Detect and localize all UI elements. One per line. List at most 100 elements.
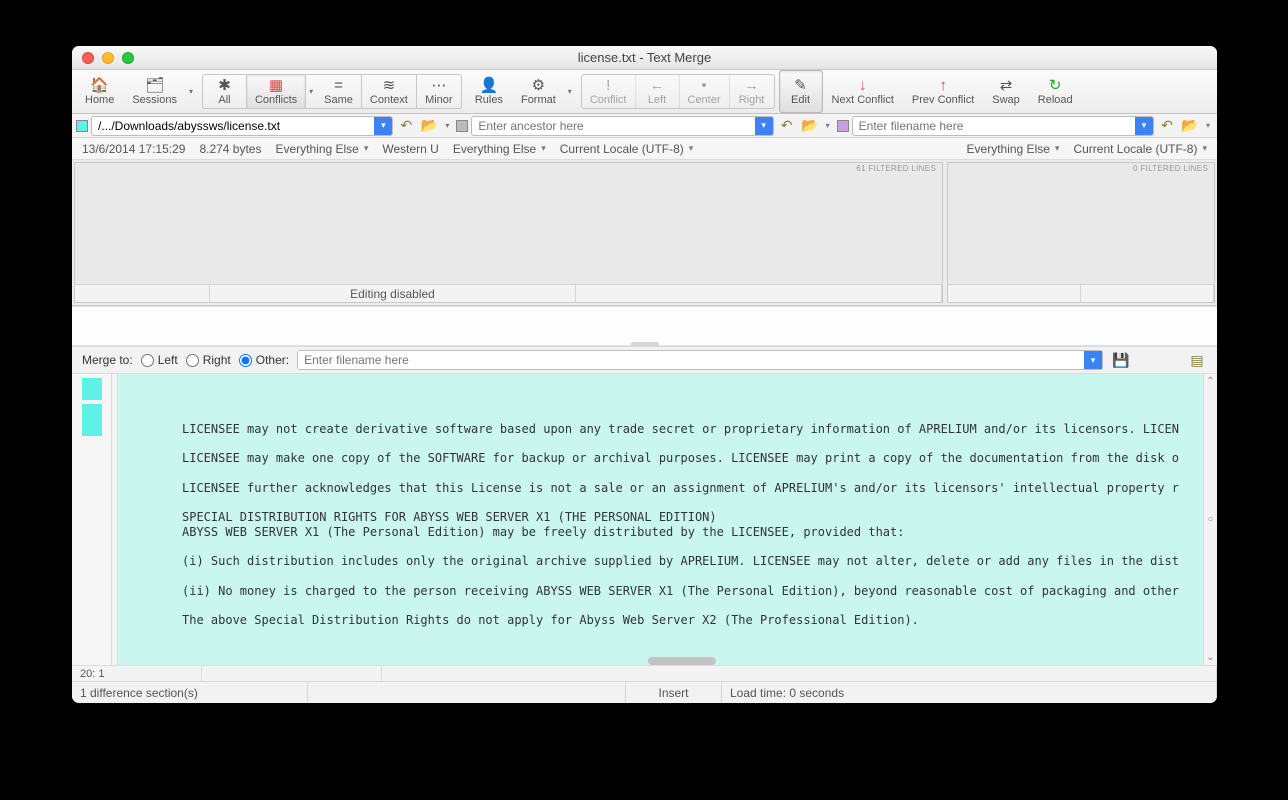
center-everything-else-dropdown[interactable]: Everything Else xyxy=(453,142,546,156)
sessions-label: Sessions xyxy=(132,94,177,106)
splitter-handle-icon[interactable] xyxy=(631,342,659,347)
right-locale-dropdown[interactable]: Current Locale (UTF-8) xyxy=(1073,142,1207,156)
app-window: license.txt - Text Merge 🏠 Home 🗂 Sessio… xyxy=(72,46,1217,703)
left-everything-else-dropdown[interactable]: Everything Else xyxy=(275,142,368,156)
left-folder-dropdown-icon[interactable]: ▾ xyxy=(442,116,452,136)
conflicts-button[interactable]: ▦ Conflicts xyxy=(247,75,306,108)
right-folder-dropdown-icon[interactable]: ▾ xyxy=(1203,116,1213,136)
reload-icon: ↻ xyxy=(1049,78,1062,94)
center-undo-icon[interactable]: ↶ xyxy=(777,116,797,136)
right-pane: 0 FILTERED LINES xyxy=(947,162,1215,303)
conflicts-label: Conflicts xyxy=(255,94,297,106)
same-button[interactable]: = Same xyxy=(316,75,362,108)
context-icon: ≋ xyxy=(383,78,396,94)
take-center-button[interactable]: • Center xyxy=(680,75,730,108)
maximize-icon[interactable] xyxy=(122,52,134,64)
center-path-dropdown-icon[interactable]: ▾ xyxy=(755,117,773,135)
left-path-dropdown-icon[interactable]: ▾ xyxy=(374,117,392,135)
editing-disabled-label: Editing disabled xyxy=(210,285,576,302)
left-locale-dropdown[interactable]: Current Locale (UTF-8) xyxy=(560,142,694,156)
exclaim-icon: ! xyxy=(606,78,610,94)
text-line xyxy=(182,466,1203,481)
left-swatch-icon xyxy=(76,120,88,132)
reload-button[interactable]: ↻ Reload xyxy=(1029,70,1082,113)
rules-button[interactable]: 👤 Rules xyxy=(466,70,512,113)
thumb-block xyxy=(82,378,102,400)
minor-button[interactable]: ⋯ Minor xyxy=(417,75,461,108)
merge-left-radio[interactable]: Left xyxy=(141,353,178,367)
sessions-button[interactable]: 🗂 Sessions xyxy=(123,70,186,113)
swap-label: Swap xyxy=(992,94,1020,106)
merge-other-field[interactable]: ▾ xyxy=(297,350,1103,370)
filesize: 8.274 bytes xyxy=(199,142,261,156)
arrow-left-icon: ← xyxy=(650,78,665,94)
close-icon[interactable] xyxy=(82,52,94,64)
pathbar: ▾ ↶ 📂 ▾ ▾ ↶ 📂 ▾ ▾ ↶ 📂 ▾ xyxy=(72,114,1217,138)
take-left-button[interactable]: ← Left xyxy=(636,75,680,108)
scroll-up-icon[interactable]: ⌃ xyxy=(1206,376,1214,387)
merge-other-radio[interactable]: Other: xyxy=(239,353,289,367)
format-button[interactable]: ⚙ Format xyxy=(512,70,565,113)
all-button[interactable]: ✱ All xyxy=(203,75,247,108)
right-path-dropdown-icon[interactable]: ▾ xyxy=(1135,117,1153,135)
filter-group: ✱ All ▦ Conflicts ▾ = Same ≋ Context ⋯ M… xyxy=(202,74,462,109)
context-button[interactable]: ≋ Context xyxy=(362,75,417,108)
hscroll-thumb[interactable] xyxy=(648,657,716,665)
compare-panes: 61 FILTERED LINES Editing disabled 0 FIL… xyxy=(72,160,1217,306)
merge-text-area[interactable]: LICENSEE may not create derivative softw… xyxy=(118,374,1203,665)
center-open-folder-icon[interactable]: 📂 xyxy=(800,116,820,136)
left-pane-footer: Editing disabled xyxy=(75,284,942,302)
left-undo-icon[interactable]: ↶ xyxy=(396,116,416,136)
swap-button[interactable]: ⇄ Swap xyxy=(983,70,1029,113)
scroll-down-icon[interactable]: ⌄ xyxy=(1206,652,1214,663)
merge-save-icon[interactable]: 💾 xyxy=(1111,350,1131,370)
thumbmap[interactable] xyxy=(72,374,112,665)
right-open-folder-icon[interactable]: 📂 xyxy=(1180,116,1200,136)
load-time: Load time: 0 seconds xyxy=(722,682,1217,703)
left-path-field[interactable]: ▾ xyxy=(91,116,393,136)
right-path-field[interactable]: ▾ xyxy=(852,116,1154,136)
center-folder-dropdown-icon[interactable]: ▾ xyxy=(823,116,833,136)
prev-conflict-button[interactable]: ↑ Prev Conflict xyxy=(903,70,983,113)
left-open-folder-icon[interactable]: 📂 xyxy=(419,116,439,136)
arrow-down-icon: ↓ xyxy=(859,78,867,94)
conflicts-dropdown-icon[interactable]: ▾ xyxy=(306,75,316,108)
home-button[interactable]: 🏠 Home xyxy=(76,70,123,113)
text-line xyxy=(182,540,1203,555)
edit-button[interactable]: ✎ Edit xyxy=(779,70,823,113)
edit-label: Edit xyxy=(791,94,810,106)
splitter-gap[interactable] xyxy=(72,306,1217,346)
minimize-icon[interactable] xyxy=(102,52,114,64)
dot-icon: • xyxy=(701,78,706,94)
right-undo-icon[interactable]: ↶ xyxy=(1157,116,1177,136)
context-label: Context xyxy=(370,94,408,106)
text-line: LICENSEE further acknowledges that this … xyxy=(182,481,1203,496)
take-center-label: Center xyxy=(688,94,721,106)
center-path-field[interactable]: ▾ xyxy=(471,116,773,136)
left-path-input[interactable] xyxy=(92,117,374,135)
text-line: LICENSEE may not create derivative softw… xyxy=(182,422,1203,437)
next-conflict-label: Next Conflict xyxy=(832,94,894,106)
center-path-input[interactable] xyxy=(472,117,754,135)
rules-icon: 👤 xyxy=(480,78,499,94)
left-path-slot: ▾ ↶ 📂 ▾ xyxy=(76,116,452,136)
scroll-marker-icon[interactable]: ○ xyxy=(1207,514,1213,525)
take-right-button[interactable]: → Right xyxy=(730,75,774,108)
left-pane: 61 FILTERED LINES Editing disabled xyxy=(74,162,943,303)
swap-icon: ⇄ xyxy=(1000,78,1013,94)
format-dropdown-icon[interactable]: ▾ xyxy=(565,70,575,113)
sessions-dropdown-icon[interactable]: ▾ xyxy=(186,70,196,113)
merge-other-input[interactable] xyxy=(298,351,1084,369)
text-line: The above Special Distribution Rights do… xyxy=(182,613,1203,628)
rules-label: Rules xyxy=(475,94,503,106)
same-label: Same xyxy=(324,94,353,106)
merge-layout-icon[interactable]: ▤ xyxy=(1187,350,1207,370)
merge-other-dropdown-icon[interactable]: ▾ xyxy=(1084,351,1102,369)
conflict-take-button[interactable]: ! Conflict xyxy=(582,75,636,108)
right-path-input[interactable] xyxy=(853,117,1135,135)
right-everything-else-dropdown[interactable]: Everything Else xyxy=(967,142,1060,156)
take-group: ! Conflict ← Left • Center → Right xyxy=(581,74,775,109)
timestamp: 13/6/2014 17:15:29 xyxy=(82,142,185,156)
next-conflict-button[interactable]: ↓ Next Conflict xyxy=(823,70,903,113)
merge-right-radio[interactable]: Right xyxy=(186,353,231,367)
